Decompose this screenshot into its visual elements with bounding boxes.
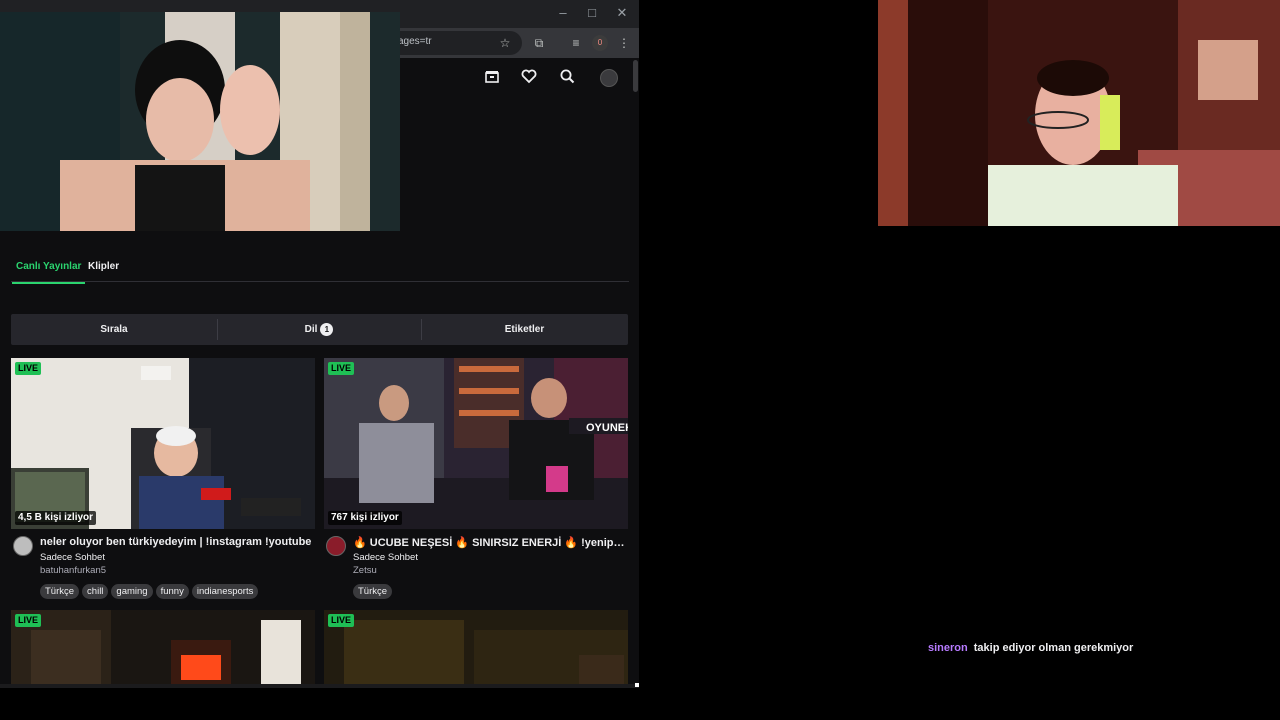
tabs-divider xyxy=(11,281,629,282)
address-bar[interactable]: ages=tr ☆ xyxy=(392,31,522,55)
following-heart-icon[interactable] xyxy=(519,68,539,88)
channel-avatar[interactable] xyxy=(13,536,33,556)
scrollbar-track[interactable] xyxy=(632,58,639,688)
channel-name[interactable]: batuhanfurkan5 xyxy=(40,565,106,576)
stream-category[interactable]: Sadece Sohbet xyxy=(40,552,105,563)
content-tabs: Canlı Yayınlar Klipler xyxy=(11,255,629,284)
live-badge: LIVE xyxy=(15,614,42,627)
live-badge: LIVE xyxy=(15,362,42,375)
tag-chip[interactable]: chill xyxy=(82,584,109,599)
channel-name[interactable]: Zetsu xyxy=(353,565,377,576)
sort-button[interactable]: Sırala xyxy=(11,314,217,345)
stream-title[interactable]: neler oluyor ben türkiyedeyim | !instagr… xyxy=(40,536,314,548)
language-button[interactable]: Dil 1 xyxy=(217,314,421,345)
filter-bar: Sırala Dil 1 Etiketler xyxy=(11,314,628,345)
viewer-count: 4,5 B kişi izliyor xyxy=(15,511,97,525)
close-window-button[interactable]: ✕ xyxy=(607,3,637,23)
webcam-right xyxy=(878,0,1280,226)
extension-badge[interactable]: 0 xyxy=(592,35,608,51)
tags-label: Etiketler xyxy=(504,324,545,335)
tag-chip[interactable]: Türkçe xyxy=(353,584,393,599)
svg-text:OYUNEKS: OYUNEKS xyxy=(586,422,628,434)
live-badge: LIVE xyxy=(328,614,355,627)
stream-thumbnail[interactable]: LIVE 4,5 B kişi izliyor xyxy=(11,358,315,529)
stream-thumbnail[interactable]: LIVE xyxy=(324,610,628,684)
user-avatar[interactable] xyxy=(600,69,618,87)
cursor-marker xyxy=(635,683,639,687)
kebab-menu-icon[interactable]: ⋮ xyxy=(615,34,633,52)
prime-loot-icon[interactable] xyxy=(482,68,502,88)
maximize-button[interactable]: □ xyxy=(577,3,607,23)
tag-list: Türkçe xyxy=(353,581,395,599)
scrollbar-thumb[interactable] xyxy=(633,60,638,92)
extension-icon[interactable]: ⧉ xyxy=(530,34,548,52)
browser-bottom-edge xyxy=(0,684,639,688)
search-icon[interactable] xyxy=(557,68,577,88)
stream-thumbnail[interactable]: OYUNEKS LIVE 767 kişi izliyor xyxy=(324,358,628,529)
tag-chip[interactable]: Türkçe xyxy=(40,584,80,599)
tag-chip[interactable]: gaming xyxy=(111,584,153,599)
tab-clips[interactable]: Klipler xyxy=(88,261,119,283)
tags-button[interactable]: Etiketler xyxy=(421,314,628,345)
sort-label: Sırala xyxy=(100,324,128,335)
viewer-count: 767 kişi izliyor xyxy=(328,511,402,525)
stream-layout: – □ ✕ ages=tr ☆ ⧉ ≡ ⋮ 0 Canlı Yayınlar K… xyxy=(0,0,1280,720)
star-icon[interactable]: ☆ xyxy=(496,34,514,52)
tag-chip[interactable]: funny xyxy=(155,584,189,599)
live-badge: LIVE xyxy=(328,362,355,375)
tab-live-streams[interactable]: Canlı Yayınlar xyxy=(11,261,86,284)
chat-username[interactable]: sineron xyxy=(928,642,968,654)
chat-text: takip ediyor olman gerekmiyor xyxy=(973,642,1134,654)
address-text: ages=tr xyxy=(398,36,432,47)
language-count-badge: 1 xyxy=(320,322,334,336)
stream-thumbnail[interactable]: LIVE xyxy=(11,610,315,684)
minimize-button[interactable]: – xyxy=(548,3,578,23)
tag-list: Türkçe chill gaming funny indianesports xyxy=(40,581,261,599)
tag-chip[interactable]: indianesports xyxy=(191,584,259,599)
language-label: Dil xyxy=(304,324,318,335)
webcam-left xyxy=(0,0,400,231)
channel-avatar[interactable] xyxy=(326,536,346,556)
chat-message: sineron takip ediyor olman gerekmiyor xyxy=(928,642,1133,654)
playlist-icon[interactable]: ≡ xyxy=(567,34,585,52)
stream-title[interactable]: 🔥 UCUBE NEŞESİ 🔥 SINIRSIZ ENERJİ 🔥 !yeni… xyxy=(353,536,627,549)
stream-category[interactable]: Sadece Sohbet xyxy=(353,552,418,563)
